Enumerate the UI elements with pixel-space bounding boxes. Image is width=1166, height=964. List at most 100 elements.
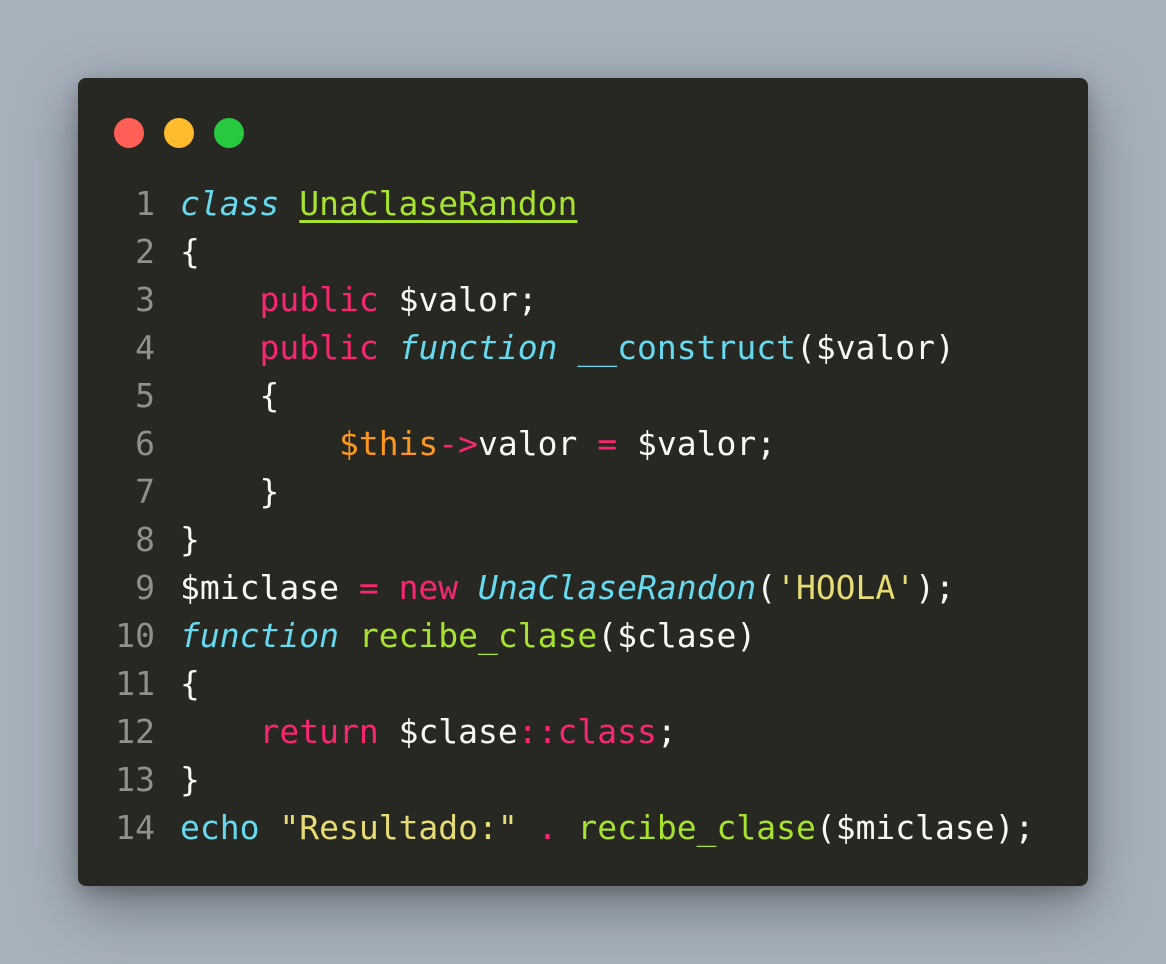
- code-line: 7 }: [78, 468, 1088, 516]
- line-number: 6: [135, 424, 155, 463]
- code-text: function recibe_clase($clase): [155, 612, 1088, 660]
- line-number: 12: [115, 712, 155, 751]
- code-token: {: [180, 232, 200, 271]
- code-token: public: [259, 280, 379, 319]
- code-line: 14 echo "Resultado:" . recibe_clase($micl…: [78, 804, 1088, 852]
- code-token: public: [259, 328, 379, 367]
- code-line: 5 {: [78, 372, 1088, 420]
- window-controls: [114, 118, 244, 148]
- line-number: 5: [135, 376, 155, 415]
- code-line: 3 public $valor;: [78, 276, 1088, 324]
- code-line: 4 public function __construct($valor): [78, 324, 1088, 372]
- code-text: {: [155, 228, 1088, 276]
- code-text: echo "Resultado:" . recibe_clase($miclas…: [155, 804, 1088, 852]
- code-line: 13}: [78, 756, 1088, 804]
- code-token: 'HOOLA': [776, 568, 916, 607]
- code-token: $valor;: [378, 280, 538, 319]
- code-token: ->: [438, 424, 479, 463]
- code-token: recibe_clase: [358, 616, 598, 655]
- code-token: $valor;: [617, 424, 777, 463]
- code-text: {: [155, 660, 1088, 708]
- code-line: 11 {: [78, 660, 1088, 708]
- code-token: ::: [517, 712, 558, 751]
- code-token: $clase: [378, 712, 518, 751]
- code-token: =: [358, 568, 379, 607]
- line-number: 2: [135, 232, 155, 271]
- code-text: $miclase = new UnaClaseRandon('HOOLA');: [155, 564, 1088, 612]
- line-number: 4: [135, 328, 155, 367]
- code-token: }: [180, 472, 280, 511]
- code-token: recibe_clase: [577, 808, 816, 847]
- minimize-dot-icon[interactable]: [164, 118, 194, 148]
- code-window: 1 class UnaClaseRandon 2{3 public $valor; 4…: [78, 78, 1088, 886]
- code-text: public $valor;: [155, 276, 1088, 324]
- code-token: valor: [478, 424, 598, 463]
- code-token: {: [180, 376, 280, 415]
- code-token: __construct: [577, 328, 796, 367]
- line-number: 1: [135, 184, 155, 223]
- code-token: {: [180, 664, 200, 703]
- code-token: }: [180, 520, 200, 559]
- close-dot-icon[interactable]: [114, 118, 144, 148]
- code-text: return $clase::class;: [155, 708, 1088, 756]
- code-token: class: [557, 712, 657, 751]
- code-token: .: [537, 808, 558, 847]
- code-line: 1 class UnaClaseRandon: [78, 180, 1088, 228]
- line-number: 3: [135, 280, 155, 319]
- maximize-dot-icon[interactable]: [214, 118, 244, 148]
- code-token: $miclase: [180, 568, 359, 607]
- code-token: echo: [180, 808, 260, 847]
- code-line: 12 return $clase::class;: [78, 708, 1088, 756]
- code-token: new: [398, 568, 459, 607]
- code-text: {: [155, 372, 1088, 420]
- code-line: 9 $miclase = new UnaClaseRandon('HOOLA');: [78, 564, 1088, 612]
- code-line: 6 $this->valor = $valor;: [78, 420, 1088, 468]
- code-text: }: [155, 468, 1088, 516]
- code-text: $this->valor = $valor;: [155, 420, 1088, 468]
- code-block: 1 class UnaClaseRandon 2{3 public $valor; 4…: [78, 180, 1088, 852]
- code-token: ;: [656, 712, 677, 751]
- line-number: 10: [115, 616, 155, 655]
- code-token: $this: [338, 424, 439, 463]
- code-token: function: [180, 616, 339, 655]
- code-token: ($valor): [795, 328, 955, 367]
- code-token: return: [259, 712, 379, 751]
- code-token: class: [180, 184, 280, 223]
- code-token: UnaClaseRandon: [299, 184, 578, 223]
- code-line: 10 function recibe_clase($clase): [78, 612, 1088, 660]
- code-token: function: [398, 328, 558, 367]
- line-number: 9: [135, 568, 155, 607]
- code-text: class UnaClaseRandon: [155, 180, 1088, 228]
- code-token: ($miclase);: [815, 808, 1035, 847]
- code-token: =: [597, 424, 618, 463]
- code-token: }: [180, 760, 200, 799]
- code-token: ($clase): [597, 616, 757, 655]
- code-token: "Resultado:": [279, 808, 518, 847]
- code-text: public function __construct($valor): [155, 324, 1088, 372]
- code-token: );: [915, 568, 955, 607]
- code-token: UnaClaseRandon: [478, 568, 757, 607]
- code-text: }: [155, 756, 1088, 804]
- code-token: (: [756, 568, 777, 607]
- code-line: 8}: [78, 516, 1088, 564]
- line-number: 14: [115, 808, 155, 847]
- line-number: 11: [115, 664, 155, 703]
- line-number: 13: [115, 760, 155, 799]
- code-line: 2{: [78, 228, 1088, 276]
- line-number: 7: [135, 472, 155, 511]
- code-text: }: [155, 516, 1088, 564]
- line-number: 8: [135, 520, 155, 559]
